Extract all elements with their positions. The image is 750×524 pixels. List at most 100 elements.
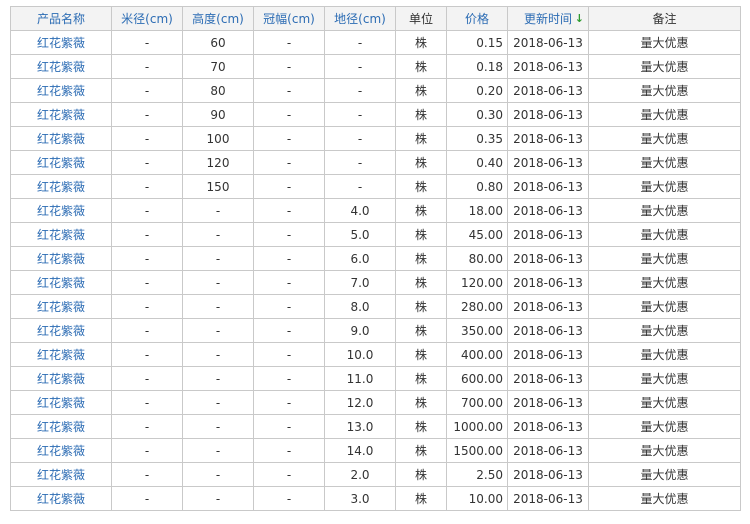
product-name-cell[interactable]: 红花紫薇: [10, 438, 112, 463]
crown-cell: -: [253, 30, 325, 55]
height-cell: 120: [182, 150, 254, 175]
col-header-ground-diameter[interactable]: 地径(cm): [324, 6, 396, 31]
price-cell: 45.00: [446, 222, 508, 247]
ground-diameter-cell: -: [324, 54, 396, 79]
price-table: 产品名称 米径(cm) 高度(cm) 冠幅(cm) 地径(cm) 单位 价格 更…: [10, 6, 741, 511]
price-cell: 0.30: [446, 102, 508, 127]
note-cell: 量大优惠: [588, 126, 741, 151]
unit-cell: 株: [395, 174, 447, 199]
col-header-crown-label[interactable]: 冠幅(cm): [263, 12, 315, 26]
note-cell: 量大优惠: [588, 198, 741, 223]
crown-cell: -: [253, 342, 325, 367]
crown-cell: -: [253, 126, 325, 151]
crown-cell: -: [253, 198, 325, 223]
product-name-cell[interactable]: 红花紫薇: [10, 462, 112, 487]
rice-diameter-cell: -: [111, 366, 183, 391]
unit-cell: 株: [395, 222, 447, 247]
unit-cell: 株: [395, 294, 447, 319]
product-name-cell[interactable]: 红花紫薇: [10, 54, 112, 79]
table-row: 红花紫薇 - - -6.0 株 80.00 2018-06-13 量大优惠: [10, 246, 741, 271]
col-header-updated-label[interactable]: 更新时间: [524, 12, 572, 26]
product-name-cell[interactable]: 红花紫薇: [10, 150, 112, 175]
ground-diameter-cell: 9.0: [324, 318, 396, 343]
updated-date-cell: 2018-06-13: [507, 366, 589, 391]
height-cell: -: [182, 438, 254, 463]
col-header-ground-diameter-label[interactable]: 地径(cm): [334, 12, 386, 26]
ground-diameter-cell: -: [324, 126, 396, 151]
ground-diameter-cell: 11.0: [324, 366, 396, 391]
unit-cell: 株: [395, 150, 447, 175]
product-name-cell[interactable]: 红花紫薇: [10, 270, 112, 295]
product-name-cell[interactable]: 红花紫薇: [10, 174, 112, 199]
col-header-price-label[interactable]: 价格: [465, 12, 489, 26]
col-header-unit-label: 单位: [408, 12, 433, 26]
unit-cell: 株: [395, 78, 447, 103]
col-header-rice-diameter[interactable]: 米径(cm): [111, 6, 183, 31]
col-header-height[interactable]: 高度(cm): [182, 6, 254, 31]
col-header-crown[interactable]: 冠幅(cm): [253, 6, 325, 31]
note-cell: 量大优惠: [588, 30, 741, 55]
ground-diameter-cell: 7.0: [324, 270, 396, 295]
product-name-cell[interactable]: 红花紫薇: [10, 222, 112, 247]
price-cell: 700.00: [446, 390, 508, 415]
col-header-name[interactable]: 产品名称: [10, 6, 112, 31]
table-row: 红花紫薇 - - -7.0 株 120.00 2018-06-13 量大优惠: [10, 270, 741, 295]
unit-cell: 株: [395, 414, 447, 439]
height-cell: -: [182, 414, 254, 439]
updated-date-cell: 2018-06-13: [507, 198, 589, 223]
crown-cell: -: [253, 366, 325, 391]
product-name-cell[interactable]: 红花紫薇: [10, 318, 112, 343]
note-cell: 量大优惠: [588, 342, 741, 367]
product-name-cell[interactable]: 红花紫薇: [10, 366, 112, 391]
product-name-cell[interactable]: 红花紫薇: [10, 102, 112, 127]
product-name-cell[interactable]: 红花紫薇: [10, 30, 112, 55]
table-row: 红花紫薇 -80- - 株 0.20 2018-06-13 量大优惠: [10, 78, 741, 103]
product-name-cell[interactable]: 红花紫薇: [10, 414, 112, 439]
ground-diameter-cell: -: [324, 150, 396, 175]
updated-date-cell: 2018-06-13: [507, 414, 589, 439]
product-name-cell[interactable]: 红花紫薇: [10, 126, 112, 151]
unit-cell: 株: [395, 54, 447, 79]
product-name-cell[interactable]: 红花紫薇: [10, 342, 112, 367]
height-cell: 100: [182, 126, 254, 151]
height-cell: -: [182, 390, 254, 415]
table-row: 红花紫薇 - - -3.0 株 10.00 2018-06-13 量大优惠: [10, 486, 741, 511]
col-header-height-label[interactable]: 高度(cm): [192, 12, 244, 26]
updated-date-cell: 2018-06-13: [507, 150, 589, 175]
ground-diameter-cell: 14.0: [324, 438, 396, 463]
note-cell: 量大优惠: [588, 78, 741, 103]
ground-diameter-cell: 8.0: [324, 294, 396, 319]
ground-diameter-cell: 4.0: [324, 198, 396, 223]
height-cell: 60: [182, 30, 254, 55]
table-row: 红花紫薇 - - -2.0 株 2.50 2018-06-13 量大优惠: [10, 462, 741, 487]
product-name-cell[interactable]: 红花紫薇: [10, 486, 112, 511]
product-name-cell[interactable]: 红花紫薇: [10, 198, 112, 223]
rice-diameter-cell: -: [111, 462, 183, 487]
rice-diameter-cell: -: [111, 78, 183, 103]
col-header-name-label[interactable]: 产品名称: [37, 12, 85, 26]
product-name-cell[interactable]: 红花紫薇: [10, 390, 112, 415]
sort-down-arrow-icon[interactable]: ↓: [575, 12, 584, 25]
product-name-cell[interactable]: 红花紫薇: [10, 246, 112, 271]
height-cell: 80: [182, 78, 254, 103]
table-row: 红花紫薇 -90- - 株 0.30 2018-06-13 量大优惠: [10, 102, 741, 127]
crown-cell: -: [253, 78, 325, 103]
note-cell: 量大优惠: [588, 102, 741, 127]
crown-cell: -: [253, 462, 325, 487]
ground-diameter-cell: -: [324, 102, 396, 127]
note-cell: 量大优惠: [588, 414, 741, 439]
price-cell: 0.80: [446, 174, 508, 199]
col-header-updated[interactable]: 更新时间 ↓: [507, 6, 589, 31]
rice-diameter-cell: -: [111, 390, 183, 415]
product-name-cell[interactable]: 红花紫薇: [10, 294, 112, 319]
unit-cell: 株: [395, 198, 447, 223]
updated-date-cell: 2018-06-13: [507, 54, 589, 79]
product-name-cell[interactable]: 红花紫薇: [10, 78, 112, 103]
updated-date-cell: 2018-06-13: [507, 102, 589, 127]
price-cell: 10.00: [446, 486, 508, 511]
col-header-price[interactable]: 价格: [446, 6, 508, 31]
col-header-rice-diameter-label[interactable]: 米径(cm): [121, 12, 173, 26]
height-cell: -: [182, 246, 254, 271]
rice-diameter-cell: -: [111, 342, 183, 367]
price-cell: 0.18: [446, 54, 508, 79]
